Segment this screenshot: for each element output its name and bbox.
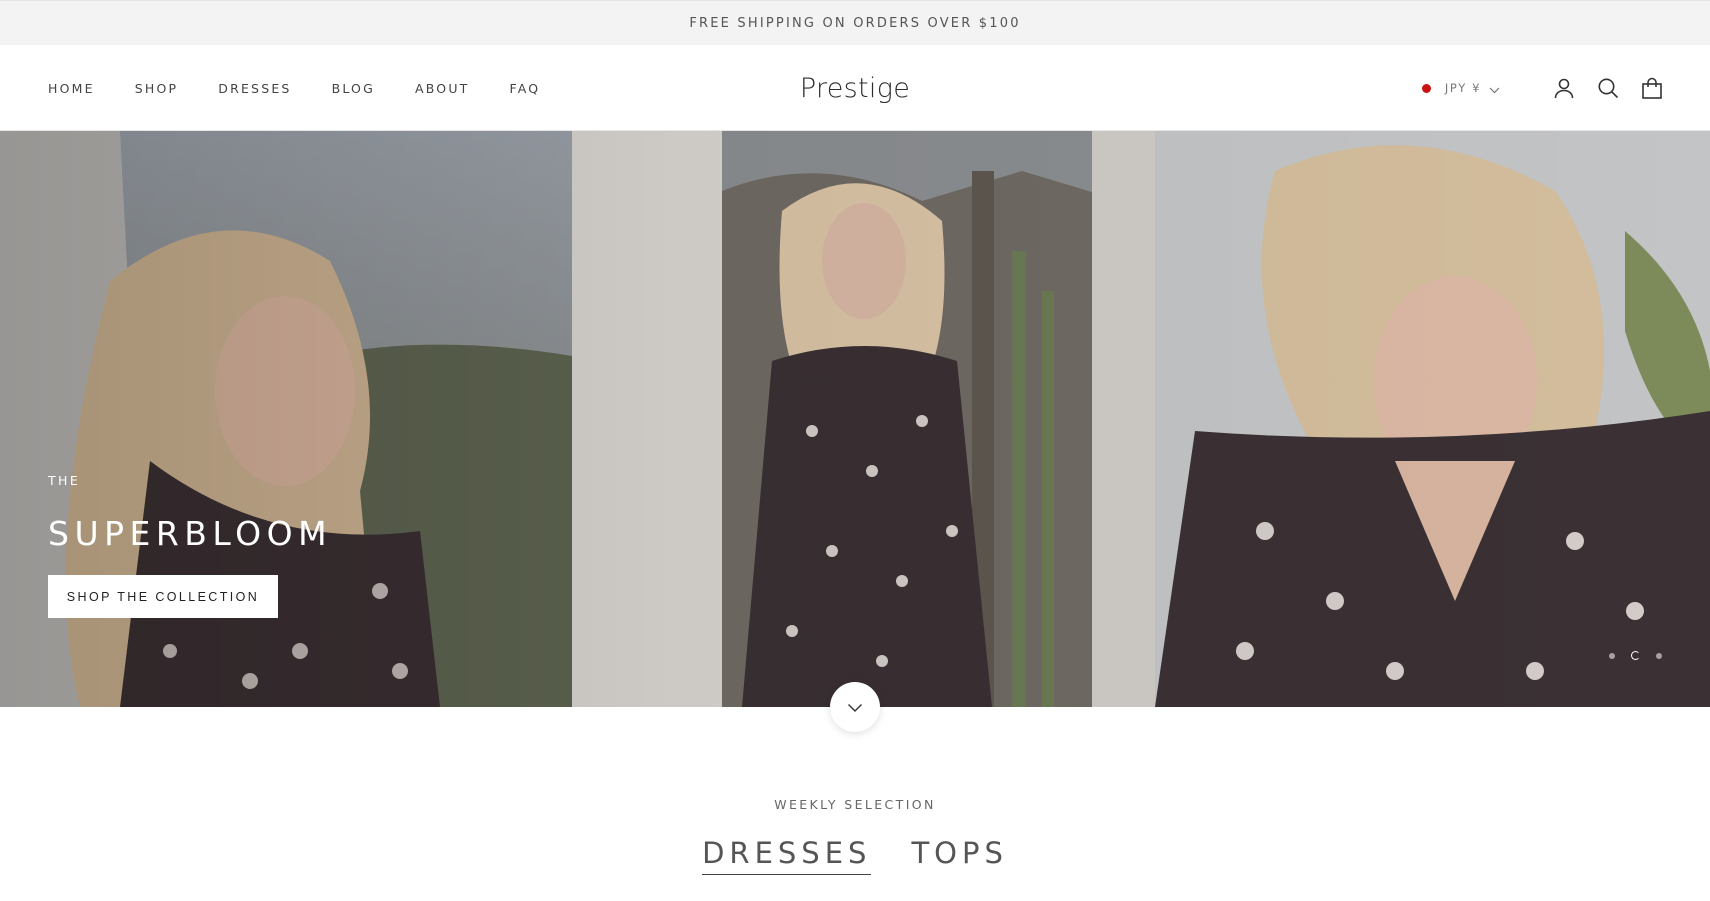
shop-collection-button[interactable]: SHOP THE COLLECTION [48,575,278,618]
tab-dresses[interactable]: DRESSES [702,836,872,875]
hero-slideshow: THE SUPERBLOOM SHOP THE COLLECTION [0,131,1710,707]
nav-blog[interactable]: BLOG [332,81,375,96]
collection-tabs: DRESSES TOPS [0,836,1710,875]
currency-code: JPY ¥ [1444,81,1481,95]
flag-icon [1421,83,1431,93]
hero-content: THE SUPERBLOOM SHOP THE COLLECTION [48,473,332,618]
nav-home[interactable]: HOME [48,81,95,96]
slideshow-pagination [1593,651,1662,660]
slide-dot-3[interactable] [1656,652,1662,659]
section-subtitle: WEEKLY SELECTION [774,797,936,812]
site-logo[interactable]: Prestige [800,73,910,104]
nav-dresses[interactable]: DRESSES [218,81,291,96]
slide-dot-2[interactable] [1631,651,1640,660]
site-header: HOME SHOP DRESSES BLOG ABOUT FAQ Prestig… [0,45,1710,131]
tab-tops[interactable]: TOPS [911,836,1007,875]
scroll-down-button[interactable] [830,682,880,732]
main-nav: HOME SHOP DRESSES BLOG ABOUT FAQ [48,45,580,131]
cart-icon[interactable] [1640,76,1664,100]
nav-about[interactable]: ABOUT [415,81,470,96]
hero-overlay [0,131,1710,707]
header-actions: JPY ¥ [1421,45,1664,131]
hero-pretitle: THE [48,473,81,488]
chevron-down-icon [847,698,863,717]
search-icon[interactable] [1596,76,1620,100]
hero-title: SUPERBLOOM [48,514,333,553]
nav-shop[interactable]: SHOP [135,81,179,96]
announcement-text: FREE SHIPPING ON ORDERS OVER $100 [689,15,1021,31]
currency-selector[interactable]: JPY ¥ [1421,79,1500,98]
account-icon[interactable] [1552,76,1576,100]
announcement-bar: FREE SHIPPING ON ORDERS OVER $100 [0,0,1710,45]
nav-faq[interactable]: FAQ [510,81,541,96]
chevron-down-icon [1489,79,1500,98]
slide-dot-1[interactable] [1609,652,1615,659]
